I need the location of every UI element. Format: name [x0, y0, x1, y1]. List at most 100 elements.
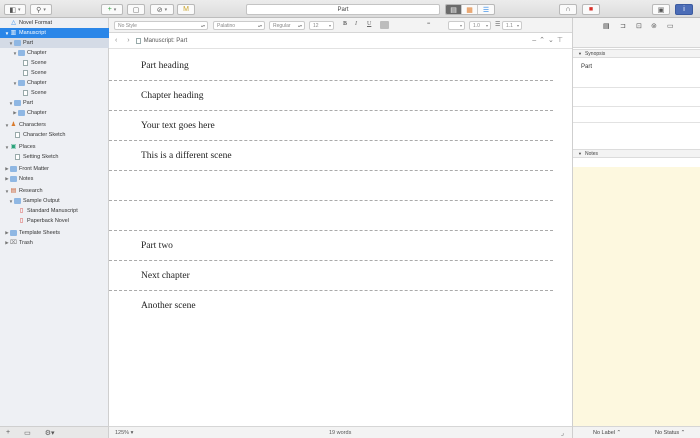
scene-separator — [109, 80, 553, 81]
binder-item[interactable]: Scene — [0, 88, 109, 98]
binder-footer: + ▭ ⚙▾ — [0, 426, 109, 438]
editor-pane[interactable]: Part heading Chapter heading Your text goe… — [109, 49, 572, 426]
binder-sidebar: △ Novel Format ▼ ▥ Manuscript ▼ Part ▼ Chapter Sc… — [0, 18, 109, 426]
research-icon: ▤ — [10, 188, 17, 194]
notes-area[interactable] — [573, 167, 700, 426]
new-folder-button[interactable]: ▢ — [127, 4, 145, 15]
collections-button[interactable]: ■ — [582, 4, 600, 15]
bookmarks-tab-icon[interactable]: ⊐ — [620, 22, 626, 30]
binder-item-label: Chapter — [27, 50, 47, 56]
add-item-icon[interactable]: + — [6, 429, 10, 436]
comments-tab-icon[interactable]: ▭ — [667, 22, 674, 30]
inspector-toggle-button[interactable]: i — [675, 4, 693, 15]
scene-text[interactable]: Your text goes here — [141, 121, 215, 131]
metadata-tab-icon[interactable]: ⊡ — [636, 22, 642, 30]
compose-icon: M — [183, 6, 189, 13]
bookmark-button[interactable]: ∩ — [559, 4, 577, 15]
scene-text[interactable]: This is a different scene — [141, 151, 232, 161]
word-count: 19 words — [329, 430, 352, 436]
synopsis-text[interactable]: Part — [581, 64, 592, 70]
scene-text[interactable]: Part heading — [141, 61, 189, 71]
binder-item[interactable]: ▶ Front Matter — [0, 164, 109, 174]
binder-item[interactable]: ▼ ♟ Characters — [0, 120, 109, 130]
label-select[interactable]: No Label ⌃ — [593, 430, 621, 436]
notes-tab-icon[interactable]: ▤ — [603, 22, 610, 30]
inspector-footer: No Label ⌃ No Status ⌃ — [573, 426, 700, 438]
binder-item[interactable]: Scene — [0, 68, 109, 78]
style-select[interactable]: No Style ▴▾ — [114, 21, 208, 30]
binder-toggle-button[interactable]: ◧ ▾ — [4, 4, 26, 15]
binder-item-label: Notes — [19, 176, 34, 182]
folder-icon[interactable]: ▭ — [24, 429, 31, 437]
highlight-select[interactable]: ▾ — [448, 21, 465, 30]
binder-item[interactable]: ▶ ⌧ Trash — [0, 238, 109, 248]
breadcrumb[interactable]: Manuscript: Part — [144, 38, 188, 44]
zoom-select[interactable]: 125% ▾ — [115, 430, 133, 436]
folder-icon — [14, 198, 21, 204]
text-color-swatch[interactable] — [380, 21, 389, 29]
scene-text[interactable]: Part two — [141, 241, 173, 251]
underline-button[interactable]: U — [367, 21, 371, 27]
binder-item[interactable]: Scene — [0, 58, 109, 68]
scene-text[interactable]: Another scene — [141, 301, 196, 311]
folder-icon — [14, 40, 21, 46]
attachment-button[interactable]: ⊘ ▾ — [150, 4, 174, 15]
status-select[interactable]: No Status ⌃ — [655, 430, 685, 436]
binder-item[interactable]: Setting Sketch — [0, 152, 109, 162]
italic-button[interactable]: I — [355, 21, 357, 27]
list-icon[interactable]: ☰ — [495, 21, 500, 28]
binder-item-label: Part — [23, 100, 34, 106]
binder-item-label: Scene — [31, 90, 47, 96]
gear-icon[interactable]: ⚙▾ — [45, 429, 55, 437]
scene-separator — [109, 110, 553, 111]
scene-text[interactable]: Next chapter — [141, 271, 190, 281]
compile-icon: ▣ — [657, 6, 665, 14]
font-weight-select[interactable]: Regular ▴▾ — [269, 21, 305, 30]
binder-item[interactable]: ▶ Template Sheets — [0, 228, 109, 238]
characters-icon: ♟ — [10, 122, 17, 128]
folder-icon — [18, 80, 25, 86]
corkboard-icon[interactable]: ▦ — [462, 5, 478, 14]
binder-item[interactable]: △ Novel Format — [0, 18, 109, 28]
scene-text[interactable]: Chapter heading — [141, 91, 204, 101]
binder-item-label: Research — [19, 188, 43, 194]
quick-search-button[interactable]: ⚲ ▾ — [30, 4, 52, 15]
header-controls-icon[interactable]: –⌃⌄⊤ — [532, 36, 566, 44]
inspector-tabs: ▤ ⊐ ⊡ ⊚ ▭ — [573, 18, 700, 48]
notes-header[interactable]: ▼ Notes — [573, 149, 700, 158]
scene-separator — [109, 260, 553, 261]
binder-item[interactable]: ▼ Sample Output — [0, 196, 109, 206]
binder-item-label: Characters — [19, 122, 46, 128]
synopsis-header[interactable]: ▼ Synopsis — [573, 49, 700, 58]
binder-item[interactable]: ▼ ▣ Places — [0, 142, 109, 152]
line-spacing-select[interactable]: 1.0 ▾ — [469, 21, 491, 30]
binder-item[interactable]: ▼ Part — [0, 98, 109, 108]
list-style-select[interactable]: 1.1 ▾ — [502, 21, 522, 30]
snapshots-tab-icon[interactable]: ⊚ — [651, 22, 657, 30]
binder-item-label: Front Matter — [19, 166, 49, 172]
binder-item[interactable]: ▯ Standard Manuscript — [0, 206, 109, 216]
font-size-select[interactable]: 12 ▾ — [309, 21, 334, 30]
binder-item[interactable]: ▼ Chapter — [0, 78, 109, 88]
back-forward-icon[interactable]: ‹ › — [115, 37, 134, 44]
compose-button[interactable]: M — [177, 4, 195, 15]
binder-item[interactable]: ▶ Notes — [0, 174, 109, 184]
attachment-icon: ⊘ — [156, 6, 163, 14]
binder-item-label: Standard Manuscript — [27, 208, 78, 214]
bold-button[interactable]: B — [343, 21, 347, 27]
add-button[interactable]: + ▾ — [101, 4, 123, 15]
binder-item[interactable]: ▶ Chapter — [0, 108, 109, 118]
font-family-select[interactable]: Palatino ▴▾ — [213, 21, 265, 30]
compile-button[interactable]: ▣ — [652, 4, 670, 15]
outliner-icon[interactable]: ☰ — [478, 5, 494, 14]
binder-item[interactable]: ▼ ▥ Manuscript — [0, 28, 109, 38]
binder-item[interactable]: ▼ ▤ Research — [0, 186, 109, 196]
editor-mode-icon[interactable]: ▤ — [446, 5, 462, 14]
binder-item[interactable]: ▯ Paperback Novel — [0, 216, 109, 226]
resize-icon[interactable]: ⌟ — [561, 429, 564, 437]
binder-item-label: Part — [23, 40, 34, 46]
align-icon[interactable]: ≡ — [427, 21, 430, 27]
binder-item[interactable]: ▼ Part — [0, 38, 109, 48]
binder-item[interactable]: Character Sketch — [0, 130, 109, 140]
binder-item[interactable]: ▼ Chapter — [0, 48, 109, 58]
